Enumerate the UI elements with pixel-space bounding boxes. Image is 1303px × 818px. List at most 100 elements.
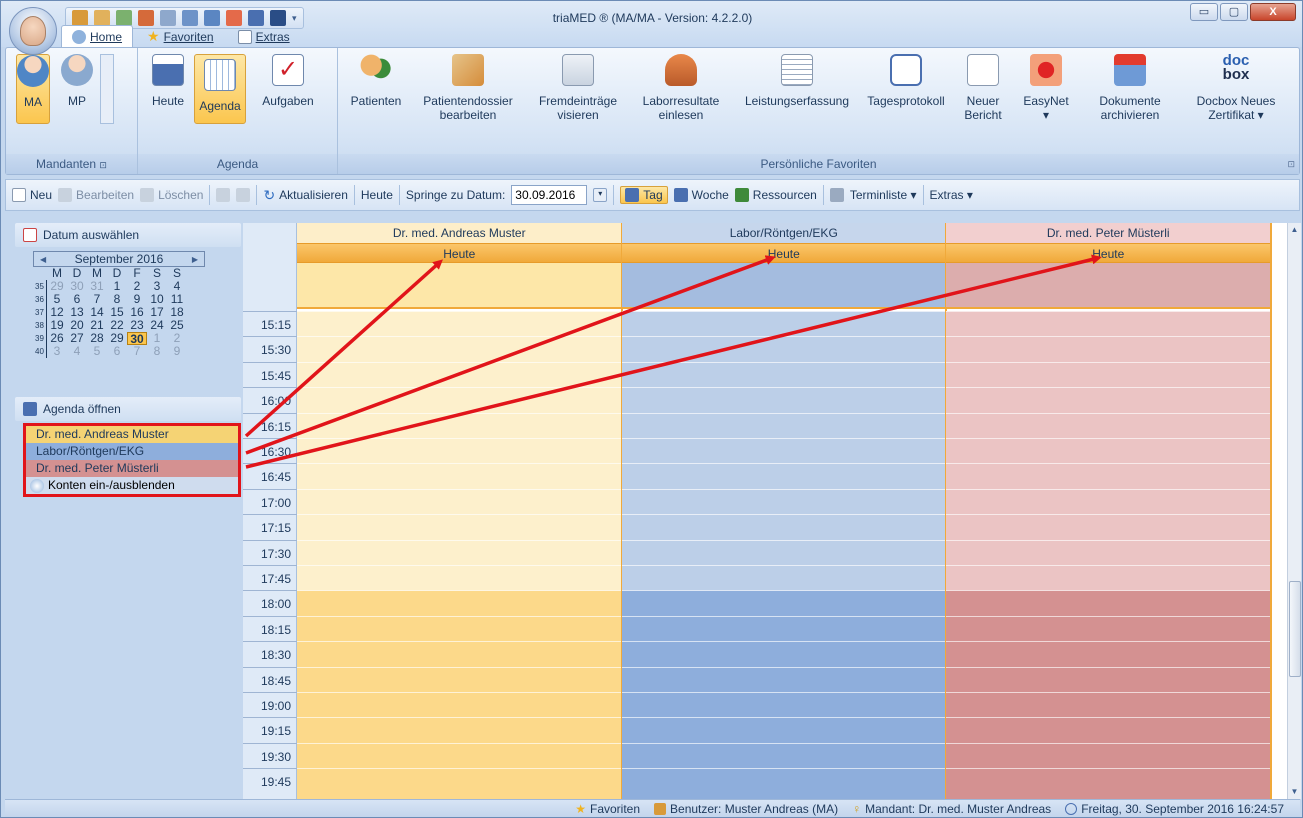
neu-button[interactable]: Neu — [12, 188, 52, 202]
calendar-day[interactable]: 23 — [127, 319, 147, 332]
laborresultate-button[interactable]: Laborresultate einlesen — [636, 54, 726, 122]
time-slot-label: 19:30 — [243, 742, 297, 768]
week-number: 35 — [33, 280, 47, 293]
paste-button[interactable] — [236, 188, 251, 202]
view-ressourcen-button[interactable]: Ressourcen — [734, 188, 817, 202]
slot-gridline — [621, 514, 946, 516]
time-slot-label: 18:30 — [243, 641, 297, 666]
tab-home[interactable]: Home — [61, 25, 134, 48]
minimize-button[interactable]: ▭ — [1190, 3, 1218, 21]
calendar-day[interactable]: 6 — [107, 345, 127, 358]
slot-gridline — [297, 361, 622, 363]
time-slots-area[interactable] — [946, 311, 1271, 799]
slot-gridline — [946, 311, 1271, 312]
mandant-ma-button[interactable]: MA — [16, 54, 50, 124]
datum-header[interactable]: Datum auswählen — [15, 223, 241, 247]
vertical-scrollbar[interactable]: ▲ ▼ — [1287, 223, 1301, 799]
fremdeintraege-button[interactable]: Fremdeinträge visieren — [534, 54, 622, 122]
aufgaben-button[interactable]: ✓ Aufgaben — [256, 54, 320, 108]
resource-column[interactable]: Dr. med. Andreas Muster Heute — [297, 223, 623, 799]
slot-gridline — [297, 539, 622, 541]
agenda-grid-icon — [204, 59, 236, 91]
all-day-area[interactable] — [946, 263, 1271, 309]
loeschen-button[interactable]: Löschen — [140, 188, 203, 202]
dialog-launcher-icon[interactable]: ⊡ — [99, 160, 107, 170]
heute-toolbar-button[interactable]: Heute — [361, 188, 393, 202]
easynet-button[interactable]: EasyNet ▾ — [1018, 54, 1074, 122]
dokumente-archivieren-button[interactable]: Dokumente archivieren — [1090, 54, 1170, 122]
resource-header[interactable]: Labor/Röntgen/EKG — [621, 223, 946, 243]
app-menu-button[interactable] — [9, 7, 57, 55]
leistungserfassung-button[interactable]: Leistungserfassung — [738, 54, 856, 108]
ribbon-group-favoriten: Patienten Patientendossier bearbeiten Fre… — [338, 48, 1299, 174]
agenda-item-muster[interactable]: Dr. med. Andreas Muster — [26, 426, 238, 443]
tab-favoriten[interactable]: ★ Favoriten — [137, 25, 224, 48]
slot-gridline — [297, 590, 622, 592]
scroll-down-icon[interactable]: ▼ — [1288, 785, 1301, 799]
patienten-button[interactable]: Patienten — [346, 54, 406, 108]
resource-header[interactable]: Dr. med. Peter Müsterli — [946, 223, 1271, 243]
terminliste-dropdown[interactable]: Terminliste ▾ — [850, 188, 917, 202]
slot-gridline — [946, 615, 1271, 617]
all-day-area[interactable] — [297, 263, 622, 309]
mandant-mp-button[interactable]: MP — [60, 54, 94, 124]
calendar-12-icon — [152, 54, 184, 86]
next-month-icon[interactable]: ▶ — [192, 255, 198, 264]
maximize-button[interactable]: ▢ — [1220, 3, 1248, 21]
all-day-area[interactable] — [621, 263, 946, 309]
calendar-day[interactable]: 3 — [47, 345, 67, 358]
heute-button[interactable]: Heute — [144, 54, 192, 108]
close-button[interactable]: X — [1250, 3, 1296, 21]
resource-column[interactable]: Dr. med. Peter Müsterli Heute — [946, 223, 1272, 799]
patientendossier-button[interactable]: Patientendossier bearbeiten — [416, 54, 520, 122]
week-number: 40 — [33, 345, 47, 358]
extras-icon — [237, 29, 252, 44]
toolbar-separator — [822, 185, 824, 205]
copy-button[interactable] — [216, 188, 231, 202]
calendar-day[interactable]: 9 — [167, 345, 187, 358]
extras-dropdown[interactable]: Extras ▾ — [930, 188, 973, 202]
date-picker-button[interactable]: ▾ — [593, 188, 608, 202]
heute-bar: Heute — [621, 243, 946, 263]
calendar-day[interactable]: 7 — [127, 345, 147, 358]
date-input[interactable] — [511, 185, 588, 205]
scroll-thumb[interactable] — [1289, 581, 1301, 677]
agenda-list: Dr. med. Andreas Muster Labor/Röntgen/EK… — [23, 423, 241, 497]
time-slot-label: 16:15 — [243, 412, 297, 438]
agenda-button[interactable]: Agenda — [194, 54, 246, 124]
ribbon-group-label: Agenda — [138, 154, 337, 174]
resource-header[interactable]: Dr. med. Andreas Muster — [297, 223, 622, 243]
slot-gridline — [946, 488, 1271, 490]
aktualisieren-button[interactable]: ↻ Aktualisieren — [263, 187, 347, 204]
scroll-up-icon[interactable]: ▲ — [1288, 223, 1301, 237]
agenda-item-labor[interactable]: Labor/Röntgen/EKG — [26, 443, 238, 460]
agenda-item-muesterli[interactable]: Dr. med. Peter Müsterli — [26, 460, 238, 477]
view-tag-button[interactable]: Tag — [620, 186, 668, 204]
edit-icon — [58, 188, 73, 202]
slot-gridline — [621, 590, 946, 592]
ribbon-tabs: Home ★ Favoriten Extras — [61, 25, 300, 48]
calendar-weeks: 35 29 30 31 1 2 3 4 36 5 6 7 8 9 10 11 37 12 13 14 15 16 17 18 3… — [33, 280, 205, 358]
bearbeiten-button[interactable]: Bearbeiten — [58, 188, 134, 202]
calendar-day[interactable]: 5 — [87, 345, 107, 358]
neuer-bericht-button[interactable]: Neuer Bericht — [958, 54, 1008, 122]
agenda-grid[interactable]: 15:15 15:30 15:45 16:00 16:15 16:30 16:45 17:00… — [243, 223, 1287, 799]
mandant-scroll[interactable] — [100, 54, 114, 124]
status-favoriten[interactable]: ★ Favoriten — [575, 802, 640, 816]
docbox-zertifikat-button[interactable]: doc box Docbox Neues Zertifikat ▾ — [1184, 53, 1288, 122]
dossier-icon — [452, 54, 484, 86]
resource-column[interactable]: Labor/Röntgen/EKG Heute — [621, 223, 947, 799]
agenda-header[interactable]: Agenda öffnen — [15, 397, 241, 421]
print-button[interactable] — [829, 188, 844, 202]
tagesprotokoll-button[interactable]: Tagesprotokoll — [860, 54, 952, 108]
calendar-day[interactable]: 4 — [67, 345, 87, 358]
time-slots-area[interactable] — [621, 311, 946, 799]
dialog-launcher-icon[interactable]: ⊡ — [1287, 159, 1295, 170]
tab-extras[interactable]: Extras — [228, 25, 300, 48]
ribbon-group-mandanten: MA MP Mandanten ⊡ — [6, 48, 138, 174]
view-woche-button[interactable]: Woche — [673, 188, 729, 202]
konten-toggle[interactable]: Konten ein-/ausblenden — [26, 477, 238, 494]
calendar-day[interactable]: 8 — [147, 345, 167, 358]
prev-month-icon[interactable]: ◀ — [40, 255, 46, 264]
time-slots-area[interactable] — [297, 311, 622, 799]
